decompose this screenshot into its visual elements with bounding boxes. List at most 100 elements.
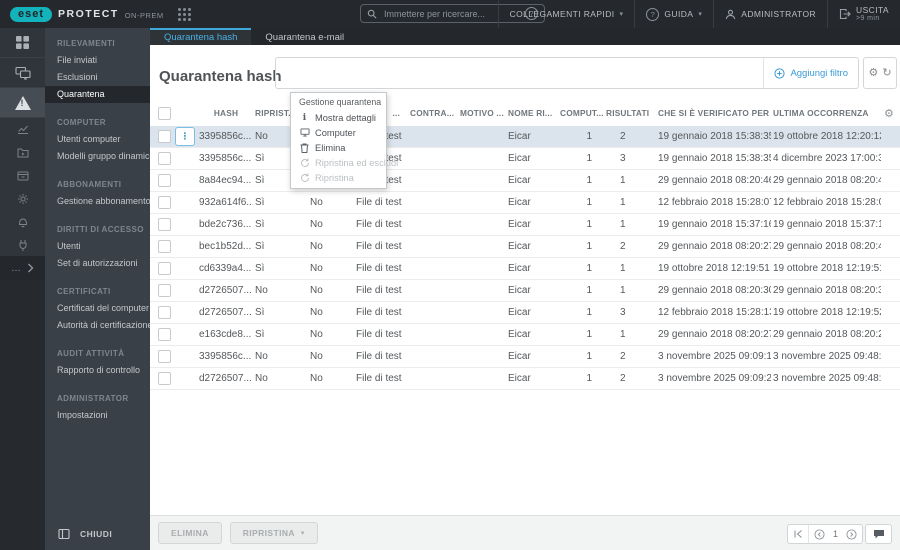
table-row[interactable]: 932a614f6... Sì No File di test Eicar 1 1 12 fe… [150, 192, 900, 214]
column-header-nome_rilevamento[interactable]: NOME RI... [506, 108, 558, 118]
table-row[interactable]: ⋮3395856c...NoNoFile di testEicar1219 ge… [150, 126, 900, 148]
cell-computer: 1 [586, 153, 592, 164]
collapse-sidebar-button[interactable]: CHIUDI [45, 518, 150, 550]
row-checkbox[interactable] [158, 262, 171, 275]
nav-policies[interactable] [0, 187, 45, 210]
table-row[interactable]: d2726507... No No File di test Eicar 1 1 29 gen… [150, 280, 900, 302]
delete-button[interactable]: ELIMINA [158, 522, 222, 544]
nav-reports[interactable] [0, 118, 45, 141]
cell-hash: bde2c736... [199, 219, 252, 230]
menu-item-elimina[interactable]: Elimina [291, 140, 386, 155]
cell-prima_occorrenza: 12 febbraio 2018 15:28:13 [658, 307, 771, 318]
next-page-button[interactable] [841, 525, 862, 543]
sidebar-item-file-inviati[interactable]: File inviati [45, 52, 150, 69]
filter-bar[interactable]: Aggiungi filtro [275, 57, 859, 89]
installer-box-icon [17, 170, 29, 181]
menu-item-label: Ripristina ed escludi [315, 157, 399, 168]
table-row[interactable]: e163cde8... Sì No File di test Eicar 1 1 29 gen… [150, 324, 900, 346]
sidebar-item-utenti[interactable]: Utenti [45, 238, 150, 255]
row-menu-button[interactable]: ⋮ [175, 127, 195, 146]
column-header-ultima_occorrenza[interactable]: ULTIMA OCCORRENZA [771, 108, 881, 118]
row-checkbox[interactable] [158, 372, 171, 385]
add-filter-button[interactable]: Aggiungi filtro [763, 58, 858, 88]
menu-item-computer[interactable]: Computer [291, 125, 386, 140]
cell-computer: 1 [586, 285, 592, 296]
apps-grid-icon[interactable] [177, 7, 191, 21]
sidebar-section: DIRITTI DI ACCESSO Utenti Set di autorizza… [45, 222, 150, 272]
nav-tasks[interactable] [0, 141, 45, 164]
row-checkbox[interactable] [158, 240, 171, 253]
logout-button[interactable]: USCITA >9 min [827, 0, 900, 28]
tab-quarantena-e-mail[interactable]: Quarantena e-mail [251, 28, 358, 45]
feedback-button[interactable] [865, 524, 892, 544]
row-checkbox[interactable] [158, 328, 171, 341]
quick-links-menu[interactable]: COLLEGAMENTI RAPIDI ▾ [497, 0, 635, 28]
help-menu[interactable]: ? GUIDA ▾ [634, 0, 713, 28]
row-checkbox[interactable] [158, 306, 171, 319]
table-settings-gear-icon[interactable]: ⚙ [881, 107, 900, 120]
cell-col3: No [310, 351, 323, 362]
first-page-button[interactable] [788, 525, 809, 543]
cell-col3: No [310, 241, 323, 252]
menu-item-mostra-dettagli[interactable]: i Mostra dettagli [291, 110, 386, 125]
table-row[interactable]: cd6339a4... Sì No File di test Eicar 1 1 19 ott… [150, 258, 900, 280]
previous-page-button[interactable] [809, 525, 830, 543]
nav-computers[interactable] [0, 58, 45, 88]
row-checkbox[interactable] [158, 174, 171, 187]
bell-icon [17, 216, 29, 228]
user-menu[interactable]: ADMINISTRATOR [713, 0, 827, 28]
table-row[interactable]: 8a84ec94...SìNoFile di testEicar1129 gen… [150, 170, 900, 192]
cell-ripristinato: No [255, 351, 268, 362]
sidebar-item-certificati-del-computer[interactable]: Certificati del computer [45, 300, 150, 317]
row-checkbox[interactable] [158, 350, 171, 363]
sidebar-item-modelli-gruppo-dinamico[interactable]: Modelli gruppo dinamico [45, 148, 150, 165]
row-checkbox[interactable] [158, 218, 171, 231]
cell-col4: File di test [356, 219, 402, 230]
sidebar-item-autorità-di-certificazione[interactable]: Autorità di certificazione [45, 317, 150, 334]
column-header-contrassegnato[interactable]: CONTRA... [408, 108, 458, 118]
cell-computer: 1 [586, 219, 592, 230]
presets-gear-icon[interactable]: ⚙ [868, 67, 878, 79]
nav-installers[interactable] [0, 164, 45, 187]
sidebar-section: RILEVAMENTI File inviati Esclusioni Quarant… [45, 36, 150, 103]
sidebar-section-title: CERTIFICATI [57, 287, 111, 296]
sidebar-item-rapporto-di-controllo[interactable]: Rapporto di controllo [45, 362, 150, 379]
row-checkbox[interactable] [158, 284, 171, 297]
restore-button[interactable]: RIPRISTINA ▾ [229, 522, 318, 544]
cell-ripristinato: No [255, 373, 268, 384]
sidebar-item-esclusioni[interactable]: Esclusioni [45, 69, 150, 86]
sidebar-item-gestione-abbonamento[interactable]: Gestione abbonamento [45, 193, 150, 210]
column-header-prima_occorrenza[interactable]: CHE SI È VERIFICATO PER P... [656, 108, 771, 118]
nav-notifications[interactable] [0, 210, 45, 233]
nav-more[interactable]: … [0, 256, 45, 280]
tab-quarantena-hash[interactable]: Quarantena hash [150, 28, 252, 45]
table-row[interactable]: d2726507... No No File di test Eicar 1 2 3 nove… [150, 368, 900, 390]
add-filter-label: Aggiungi filtro [790, 67, 848, 79]
refresh-icon[interactable]: ↻ [882, 67, 891, 79]
table-row[interactable]: bde2c736... Sì No File di test Eicar 1 1 19 gen… [150, 214, 900, 236]
table-row[interactable]: bec1b52d... Sì No File di test Eicar 1 2 29 gen… [150, 236, 900, 258]
row-checkbox[interactable] [158, 152, 171, 165]
cell-ultima_occorrenza: 4 dicembre 2023 17:00:38 [773, 153, 881, 164]
column-header-motivo[interactable]: MOTIVO ... [458, 108, 506, 118]
row-checkbox[interactable] [158, 196, 171, 209]
cell-computer: 1 [586, 373, 592, 384]
table-row[interactable]: 3395856c...SìNoFile di testEicar1319 gen… [150, 148, 900, 170]
table-row[interactable]: d2726507... Sì No File di test Eicar 1 3 12 feb… [150, 302, 900, 324]
column-header-hash[interactable]: HASH [197, 108, 253, 118]
sidebar-item-impostazioni[interactable]: Impostazioni [45, 407, 150, 424]
sidebar-item-utenti-computer[interactable]: Utenti computer [45, 131, 150, 148]
sidebar-item-quarantena[interactable]: Quarantena [45, 86, 150, 103]
nav-detections[interactable] [0, 88, 45, 118]
column-header-computer[interactable]: COMPUT... [558, 108, 604, 118]
eset-protect-console: eset PROTECT ON-PREM ? COLLEGAMENTI RAPI… [0, 0, 900, 550]
nav-dashboard[interactable] [0, 28, 45, 58]
select-all-checkbox[interactable] [158, 106, 171, 120]
column-header-risultati[interactable]: RISULTATI [604, 108, 656, 118]
cell-col4: File di test [356, 307, 402, 318]
row-checkbox[interactable] [158, 130, 171, 143]
sidebar-section: CERTIFICATI Certificati del computer Autor… [45, 284, 150, 334]
table-row[interactable]: 3395856c... No No File di test Eicar 1 2 3 nove… [150, 346, 900, 368]
nav-status-overview[interactable] [0, 233, 45, 256]
sidebar-item-set-di-autorizzazioni[interactable]: Set di autorizzazioni [45, 255, 150, 272]
